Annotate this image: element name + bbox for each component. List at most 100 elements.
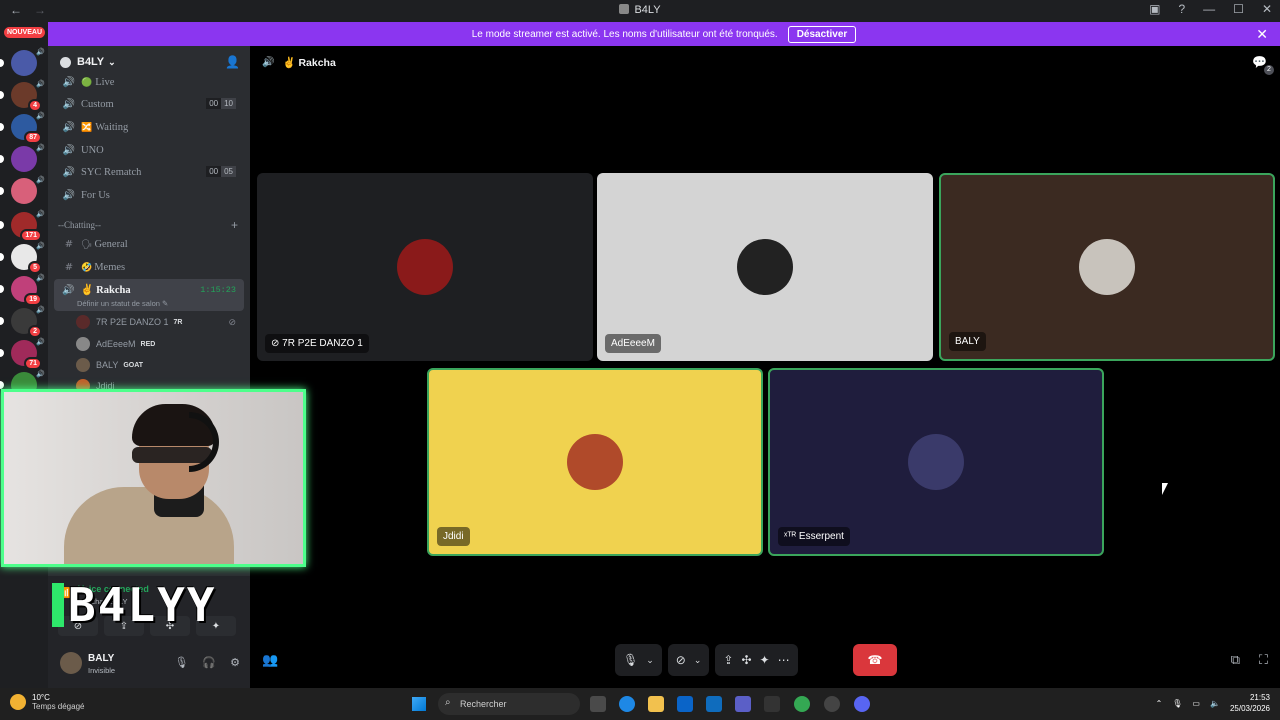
chevron-down-icon[interactable]: ⌄ bbox=[646, 655, 654, 666]
clock[interactable]: 21:53 25/03/2026 bbox=[1230, 692, 1270, 714]
more-icon[interactable]: ⋯ bbox=[778, 653, 790, 667]
headphones-icon[interactable]: 🎧 bbox=[202, 656, 216, 669]
weather-icon bbox=[10, 694, 26, 710]
server-icon[interactable]: 🔊 171 bbox=[11, 211, 45, 242]
explorer-icon[interactable] bbox=[648, 696, 664, 712]
chevron-up-icon[interactable]: ⌃ bbox=[1156, 699, 1163, 708]
voice-user[interactable]: BALY GOAT bbox=[76, 355, 242, 375]
close-icon[interactable]: ✕ bbox=[1256, 26, 1268, 43]
server-icon[interactable]: 🔊 5 bbox=[11, 243, 45, 274]
app-icon bbox=[619, 4, 630, 14]
avatar[interactable] bbox=[60, 652, 82, 674]
inbox-icon[interactable]: ▣ bbox=[1149, 2, 1160, 16]
taskbar-search[interactable]: ⌕ Rechercher bbox=[438, 693, 580, 715]
speaker-icon: 🔊 bbox=[62, 144, 76, 156]
voice-user[interactable]: AdEeeeM RED bbox=[76, 334, 242, 354]
obs-icon[interactable] bbox=[824, 696, 840, 712]
set-channel-status[interactable]: Définir un statut de salon ✎ bbox=[77, 299, 168, 308]
capcut-icon[interactable] bbox=[764, 696, 780, 712]
disable-streamer-button[interactable]: Désactiver bbox=[787, 25, 857, 43]
notification-badge: 5 bbox=[28, 261, 42, 274]
volume-icon[interactable]: 🔈 bbox=[1210, 699, 1220, 708]
category-chatting[interactable]: --Chatting-- bbox=[58, 220, 101, 230]
text-channel[interactable]: # 🤣 Memes bbox=[56, 257, 242, 277]
server-icon[interactable]: 🔊 19 bbox=[11, 275, 45, 306]
server-icon[interactable]: 🔊 71 bbox=[11, 339, 45, 370]
chrome-icon[interactable] bbox=[794, 696, 810, 712]
voice-channel[interactable]: 🔊 UNO bbox=[56, 140, 242, 160]
unread-pip bbox=[0, 155, 4, 163]
voice-channel[interactable]: 🔊 🟢 Live bbox=[56, 72, 242, 92]
username: BALY bbox=[88, 653, 115, 664]
speaker-icon: 🔊 bbox=[62, 98, 76, 110]
banner-text: Le mode streamer est activé. Les noms d'… bbox=[471, 28, 778, 40]
chat-icon[interactable]: 💬 2 bbox=[1252, 55, 1274, 75]
task-view-icon[interactable] bbox=[590, 696, 606, 712]
weather-widget[interactable]: 10°C Temps dégagé bbox=[10, 693, 84, 711]
participant-label: AdEeeeM bbox=[611, 338, 655, 349]
invite-people-icon[interactable]: 👤 bbox=[225, 55, 240, 69]
teams-icon[interactable] bbox=[735, 696, 751, 712]
speaker-icon: 🔊 bbox=[36, 177, 45, 184]
hash-icon: # bbox=[64, 261, 74, 273]
voice-channel[interactable]: 🔊 🔀 Waiting bbox=[56, 117, 242, 137]
microphone-icon[interactable]: 🎙 bbox=[1172, 699, 1182, 708]
screen-share-icon[interactable]: ⇪ bbox=[723, 653, 733, 667]
server-icon[interactable]: 🔊 bbox=[11, 177, 45, 204]
gear-icon[interactable]: ⚙ bbox=[230, 656, 240, 669]
text-channel[interactable]: # 🗣 General bbox=[56, 234, 242, 254]
activities-icon[interactable]: ✣ bbox=[741, 653, 751, 667]
discord-icon[interactable] bbox=[854, 696, 870, 712]
voice-user-name: AdEeeeM bbox=[96, 339, 136, 349]
speaker-icon: 🔊 bbox=[62, 121, 76, 133]
voice-channel[interactable]: 🔊 SYC Rematch 00 05 bbox=[56, 162, 242, 182]
server-icon[interactable]: 🔊 4 bbox=[11, 81, 45, 112]
chevron-down-icon[interactable]: ⌄ bbox=[694, 655, 702, 666]
unread-pip bbox=[0, 187, 4, 195]
participant-label: Jdidi bbox=[443, 531, 464, 542]
soundboard-icon[interactable]: ✦ bbox=[760, 653, 770, 667]
user-status: Invisible bbox=[88, 666, 116, 675]
invite-to-voice-icon[interactable]: 👥 bbox=[262, 652, 278, 668]
server-icon[interactable]: 🔊 2 bbox=[11, 307, 45, 338]
network-icon[interactable]: ▭ bbox=[1192, 699, 1200, 708]
store-icon[interactable] bbox=[677, 696, 693, 712]
windows-start-icon[interactable] bbox=[412, 697, 426, 711]
server-icon[interactable]: 🔊 87 bbox=[11, 113, 45, 144]
participant-tile[interactable]: ˣᵀᴿ Esserpent bbox=[768, 368, 1104, 556]
avatar bbox=[908, 434, 964, 490]
server-icon[interactable]: 🔊 bbox=[11, 145, 45, 172]
participant-tile[interactable]: BALY bbox=[939, 173, 1275, 361]
new-badge[interactable]: NOUVEAU bbox=[4, 27, 46, 38]
webcam-overlay bbox=[1, 389, 306, 567]
disconnect-button[interactable]: ☎ bbox=[853, 644, 897, 676]
popout-icon[interactable]: ⧉ bbox=[1231, 652, 1240, 668]
edge-icon[interactable] bbox=[619, 696, 635, 712]
outlook-icon[interactable] bbox=[706, 696, 722, 712]
hash-icon: # bbox=[64, 238, 74, 250]
add-channel-icon[interactable]: + bbox=[231, 218, 238, 232]
help-icon[interactable]: ? bbox=[1178, 2, 1185, 16]
microphone-icon[interactable]: 🎙 bbox=[623, 653, 638, 667]
unread-pip bbox=[0, 221, 4, 229]
voice-channel[interactable]: 🔊 Custom 00 10 bbox=[56, 94, 242, 114]
participant-tile[interactable]: ⊘ 7R P2E DANZO 1 bbox=[257, 173, 593, 361]
fullscreen-icon[interactable]: ⛶ bbox=[1259, 652, 1268, 668]
speaker-icon: 🔊 bbox=[62, 189, 76, 201]
server-icon[interactable]: 🔊 bbox=[11, 49, 45, 76]
microphone-icon[interactable]: 🎙 bbox=[174, 656, 188, 669]
close-window-button[interactable]: ✕ bbox=[1262, 2, 1272, 16]
voice-user[interactable]: 7R P2E DANZO 1 7R ⊘ bbox=[76, 312, 242, 332]
participant-tile[interactable]: Jdidi bbox=[427, 368, 763, 556]
notification-badge: 171 bbox=[20, 229, 42, 242]
active-voice-channel[interactable]: 🔊 ✌ Rakcha 1:15:23 Définir un statut de s… bbox=[54, 279, 244, 311]
unread-pip bbox=[0, 285, 4, 293]
camera-control[interactable]: ⊘ ⌄ bbox=[667, 644, 710, 676]
minimize-button[interactable]: — bbox=[1203, 2, 1215, 16]
user-tag: GOAT bbox=[123, 361, 144, 369]
mic-control[interactable]: 🎙 ⌄ bbox=[615, 644, 662, 676]
maximize-button[interactable]: ☐ bbox=[1233, 2, 1244, 16]
voice-channel[interactable]: 🔊 For Us bbox=[56, 185, 242, 205]
camera-off-icon[interactable]: ⊘ bbox=[676, 653, 686, 667]
participant-tile[interactable]: AdEeeeM bbox=[597, 173, 933, 361]
